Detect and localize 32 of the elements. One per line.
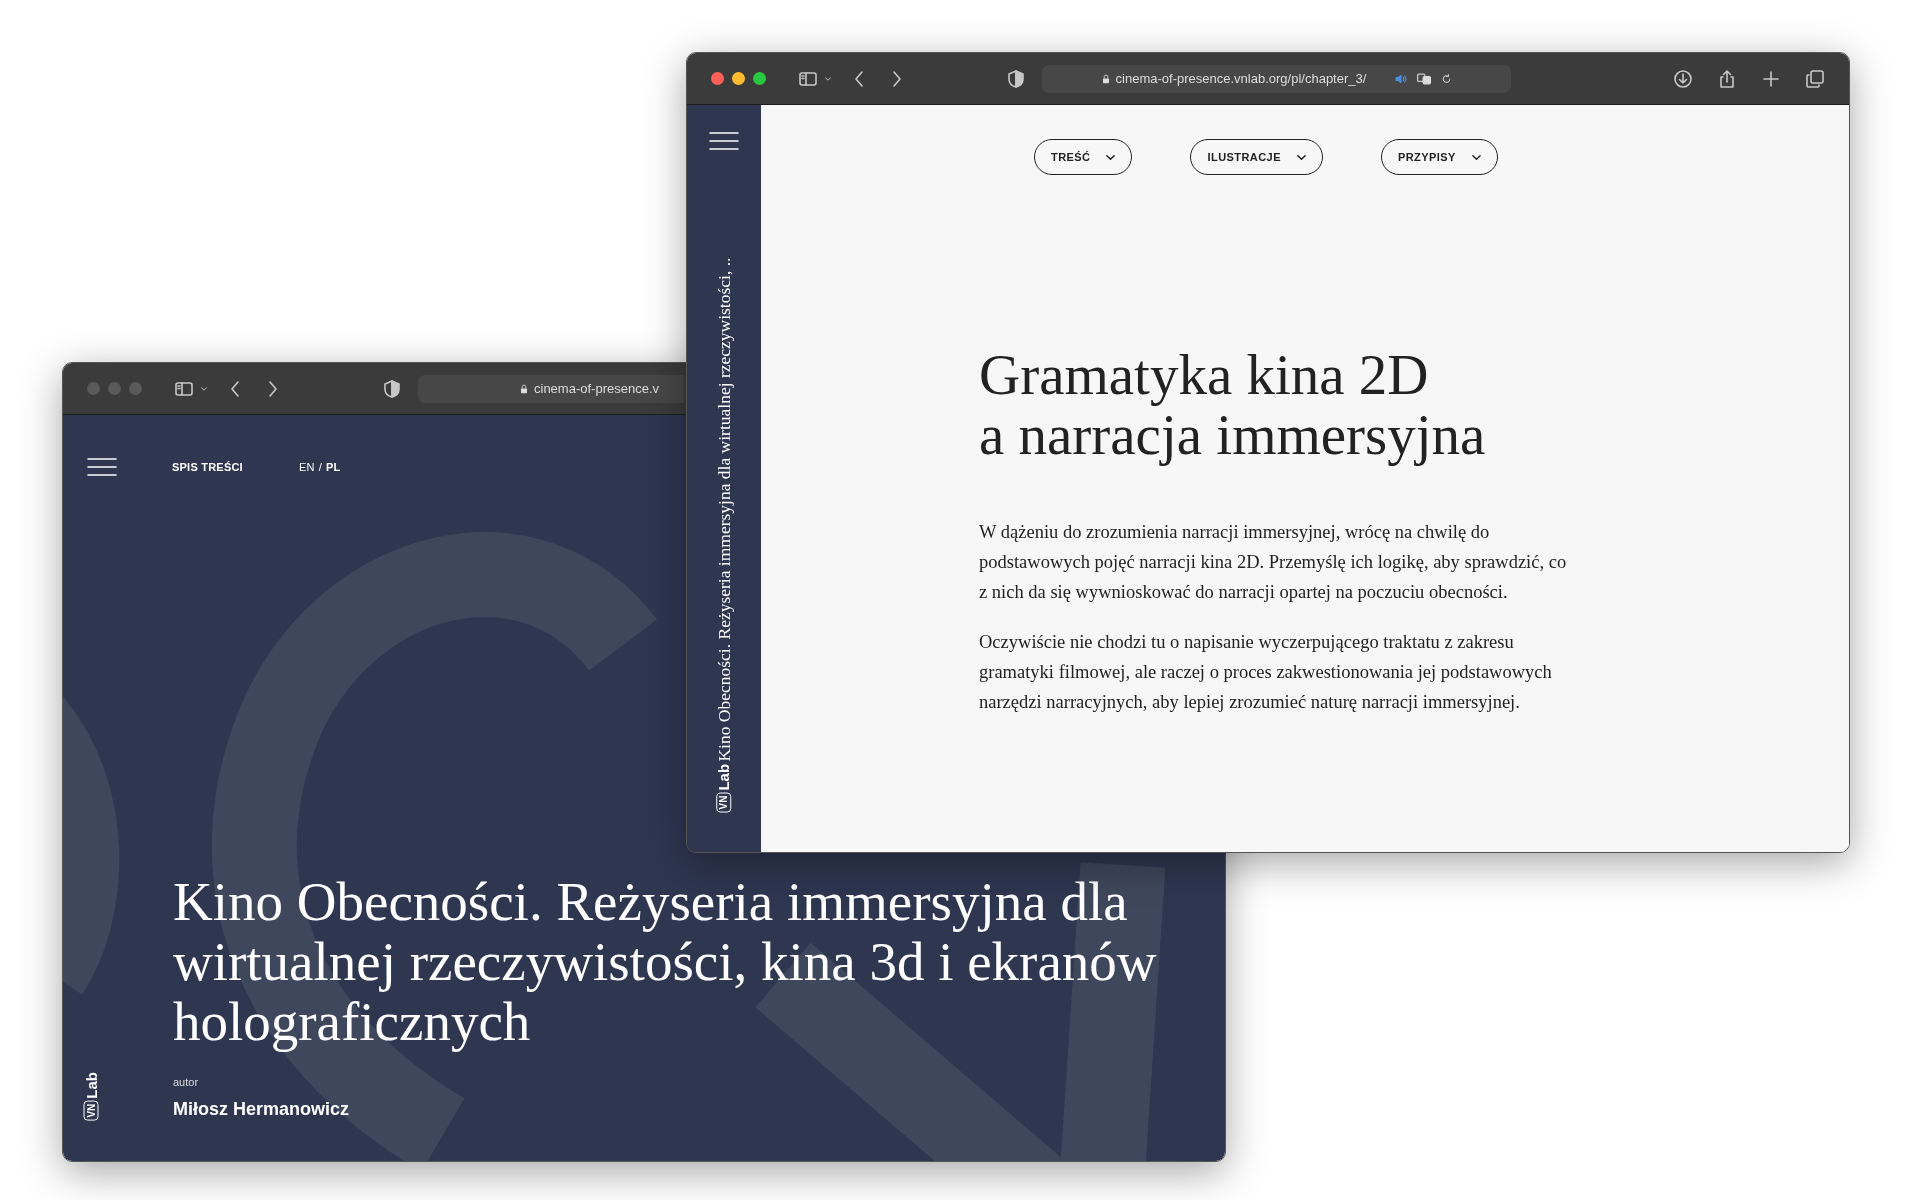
minimize-button[interactable] — [732, 72, 745, 85]
book-title: Kino Obecności. Reżyseria immersyjna dla wirtualnej rzeczywistości, .. — [712, 258, 735, 763]
chapter-heading: Gramatyka kina 2D a narracja immersyjna — [979, 345, 1487, 465]
chevron-down-icon — [1296, 152, 1306, 162]
plus-icon[interactable] — [1761, 68, 1781, 89]
language-link[interactable]: PL — [325, 458, 341, 476]
url-text: cinema-of-presence.vnlab.org/pl/chapter_3/ — [1115, 69, 1367, 88]
chevron-down-icon — [1106, 152, 1116, 162]
logo: VN Lab — [81, 1072, 104, 1121]
close-button[interactable] — [711, 72, 724, 85]
separator-text: / — [318, 459, 322, 475]
share-icon[interactable] — [1717, 68, 1737, 89]
logo: VN Lab — [712, 764, 736, 813]
author-name: Miłosz Hermanowicz — [173, 1098, 351, 1121]
paragraph: W dążeniu do zrozumienia narracji immersyjnej, wrócę na chwilę do podstawowych pojęć narracji kina 2D. Przemyślę ich logikę, aby sprawdzić, co z nich da się wywnioskować do narracji opartej na poczuciu obecności. — [979, 521, 1568, 604]
tabs-icon[interactable] — [1805, 68, 1825, 89]
shield-icon[interactable] — [1006, 68, 1026, 89]
menu-icon[interactable] — [709, 131, 739, 151]
language-link[interactable]: EN — [298, 458, 315, 476]
menu-link[interactable]: SPIS TREŚCI — [172, 458, 243, 476]
paragraph: Oczywiście nie chodzi tu o napisanie wyczerpującego traktatu z zakresu gramatyki filmowej, ale raczej o proces zakwestionowania jej podstawowych narzędzi narracyjnych, aby lepiej zrozumieć naturę narracji immersyjnej. — [979, 631, 1553, 714]
shield-icon[interactable] — [382, 378, 402, 399]
chevron-down-icon — [1471, 152, 1481, 162]
author-label: autor — [173, 1074, 200, 1090]
zoom-button[interactable] — [753, 72, 766, 85]
book-title: Kino Obecności. Reżyseria immersyjna dla wirtualnej rzeczywistości, kina 3d i ekranów holograficznych — [173, 871, 1158, 1052]
download-icon[interactable] — [1673, 68, 1693, 89]
address-field[interactable]: cinema-of-presence.vnlab.org/pl/chapter_3/ — [1042, 64, 1511, 93]
url-text: cinema-of-presence.v — [534, 379, 659, 398]
address-field[interactable]: cinema-of-presence.v — [418, 374, 684, 403]
menu-icon[interactable] — [87, 457, 117, 477]
lock-icon — [518, 382, 530, 395]
